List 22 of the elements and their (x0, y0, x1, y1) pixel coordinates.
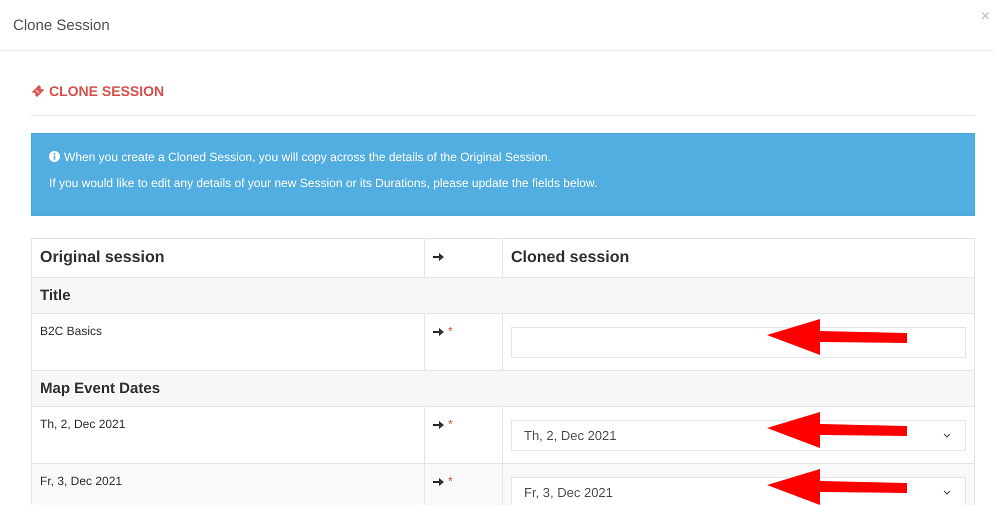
column-header: Cloned session (502, 238, 974, 278)
info-icon (49, 151, 60, 162)
required-asterisk: * (448, 324, 453, 338)
ticket-icon (31, 84, 45, 98)
group-heading: Map Event Dates (40, 380, 160, 397)
group-heading: Title (40, 287, 71, 304)
required-asterisk: * (448, 474, 453, 488)
right-arrow-icon (433, 326, 444, 337)
right-arrow-icon (433, 476, 444, 487)
info-text: If you would like to edit any details of your new Session or its Durations, please update the fields below. (49, 176, 598, 190)
chevron-down-icon (943, 432, 951, 438)
original-value: Fr, 3, Dec 2021 (40, 474, 122, 488)
column-header: Original session (32, 238, 424, 278)
required-asterisk: * (448, 417, 453, 431)
right-arrow-icon (433, 420, 444, 430)
info-text: When you create a Cloned Session, you will copy across the details of the Original Session. (64, 150, 551, 164)
original-value: Th, 2, Dec 2021 (40, 417, 126, 431)
section-heading: CLONE SESSION (49, 83, 164, 99)
chevron-down-icon (943, 490, 951, 494)
original-value: B2C Basics (40, 324, 102, 338)
right-arrow-icon (433, 252, 444, 262)
window-title: Clone Session (13, 16, 110, 34)
